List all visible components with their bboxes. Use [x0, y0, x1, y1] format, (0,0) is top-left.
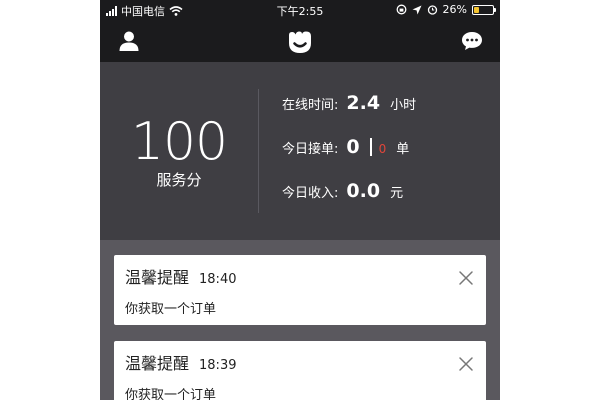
phone-screen: 中国电信 下午2:55 26% 100 服务分 在线时间: 2.4 小时 今日接… — [100, 0, 500, 400]
notification-message: 你获取一个订单 — [125, 302, 217, 317]
stats-panel: 100 服务分 在线时间: 2.4 小时 今日接单: 0 0 单 今日收入: 0… — [100, 62, 500, 240]
notification-time: 18:40 — [199, 272, 237, 287]
battery-percent: 26% — [442, 3, 467, 16]
orders-today-unit: 单 — [396, 142, 410, 157]
nav-bar — [100, 20, 500, 62]
online-time-label: 在线时间: — [282, 98, 339, 113]
notification-title: 温馨提醒 — [125, 268, 190, 287]
income-today-value: 0.0 — [346, 180, 381, 202]
location-icon — [412, 5, 422, 14]
status-bar: 中国电信 下午2:55 26% — [100, 0, 500, 20]
close-icon[interactable] — [458, 356, 474, 372]
battery-fill — [474, 6, 479, 13]
orders-today-label: 今日接单: — [282, 142, 339, 157]
service-score: 100 服务分 — [100, 114, 258, 190]
orders-today-value: 0 — [346, 136, 360, 158]
status-right: 26% — [396, 3, 496, 16]
online-time-value: 2.4 — [346, 92, 381, 114]
notification-card[interactable]: 温馨提醒 18:40 你获取一个订单 — [114, 255, 486, 325]
score-value: 100 — [130, 112, 228, 172]
income-today-unit: 元 — [390, 186, 404, 201]
income-today-label: 今日收入: — [282, 186, 339, 201]
notification-message: 你获取一个订单 — [125, 388, 217, 400]
stats-divider — [258, 89, 259, 213]
notification-title: 温馨提醒 — [125, 354, 190, 373]
user-icon[interactable] — [117, 29, 141, 53]
online-time-row: 在线时间: 2.4 小时 — [282, 92, 416, 114]
online-time-unit: 小时 — [390, 98, 417, 113]
close-icon[interactable] — [458, 270, 474, 286]
notification-header: 温馨提醒 18:40 — [125, 264, 236, 288]
orders-separator — [369, 138, 372, 156]
rotation-lock-icon — [396, 4, 406, 15]
orders-secondary-value: 0 — [378, 142, 387, 156]
battery-icon — [472, 4, 496, 15]
score-label: 服务分 — [156, 171, 202, 189]
notification-header: 温馨提醒 18:39 — [125, 350, 236, 374]
orders-today-row: 今日接单: 0 0 单 — [282, 136, 409, 158]
notification-time: 18:39 — [199, 358, 237, 373]
income-today-row: 今日收入: 0.0 元 — [282, 180, 403, 202]
chat-bubble-icon[interactable] — [460, 29, 484, 53]
alarm-icon — [427, 5, 437, 15]
app-logo-icon — [289, 31, 311, 53]
notification-card[interactable]: 温馨提醒 18:39 你获取一个订单 — [114, 341, 486, 400]
